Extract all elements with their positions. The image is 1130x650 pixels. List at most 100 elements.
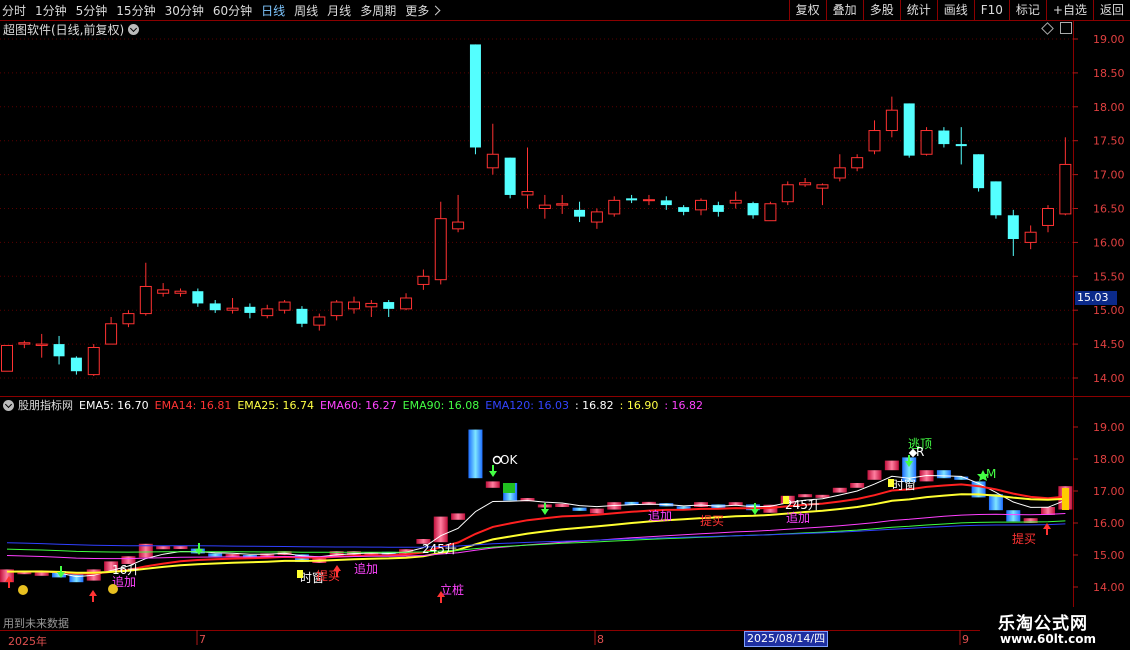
signal-label-11: 追加 (786, 510, 810, 525)
candle-body-13 (226, 307, 239, 311)
signal-label-13: R (916, 445, 924, 459)
candle-body-35 (608, 199, 621, 215)
main-axis-label-2: 18.00 (1093, 101, 1125, 114)
candle-body-17 (296, 308, 308, 324)
candle-body-57 (990, 181, 1002, 216)
candle-body-31 (538, 204, 551, 210)
candle-body-47 (816, 184, 829, 189)
candle-body-23 (400, 297, 413, 310)
indicator-dropdown-icon[interactable] (3, 399, 14, 411)
ind-bar-34 (589, 508, 604, 514)
ind-axis-label-0: 19.00 (1093, 421, 1125, 434)
candle-body-55 (955, 144, 967, 147)
ind-bar-28 (485, 481, 500, 488)
signal-label-4: 追加 (354, 561, 378, 576)
candle-body-46 (799, 182, 812, 186)
candle-body-1 (18, 342, 31, 345)
candle-body-41 (712, 205, 724, 212)
candle-body-45 (781, 184, 794, 203)
candle-body-40 (695, 199, 707, 211)
main-axis-label-1: 18.50 (1093, 67, 1125, 80)
ind-bar-51 (884, 460, 899, 471)
ind-bar-54 (936, 470, 951, 479)
ind-axis-label-2: 17.00 (1093, 485, 1125, 498)
signal-label-8: 追加 (648, 508, 672, 523)
candle-body-5 (87, 346, 100, 376)
date-month-8: 8 (597, 633, 604, 646)
selected-date: 2025/08/14/四 (744, 631, 829, 647)
main-axis-label-8: 15.00 (1093, 304, 1125, 317)
ind-bar-9 (156, 546, 171, 550)
candle-body-8 (139, 285, 152, 315)
up-arrow-icon-2 (89, 590, 97, 602)
signal-label-9: 提买 (700, 513, 724, 528)
ind-bar-49 (850, 483, 865, 488)
signal-label-5: 245升 (422, 542, 457, 556)
signal-label-14: 时窗 (892, 478, 916, 492)
candle-body-7 (122, 313, 135, 325)
candle-body-44 (764, 203, 777, 222)
candle-body-0 (1, 344, 13, 372)
indicator-value-7: : 16.90 (619, 398, 659, 412)
candle-body-37 (642, 199, 655, 202)
chart-canvas[interactable]: 19.00 18.50 18.00 17.50 17.00 16.50 16.00 15.50… (0, 0, 1130, 650)
candle-body-28 (486, 153, 499, 169)
yellow-marker-1 (297, 570, 303, 578)
candle-body-9 (157, 289, 170, 294)
date-month-7: 7 (199, 633, 206, 646)
candle-body-56 (973, 154, 985, 189)
yellow-bar-end (1062, 488, 1069, 510)
yellow-marker-2 (888, 479, 894, 487)
ind-bar-46 (798, 494, 813, 498)
candle-body-29 (504, 157, 516, 195)
ema-line-1 (6, 483, 1066, 575)
ind-bar-10 (173, 546, 188, 550)
candle-body-53 (920, 130, 933, 155)
candle-body-6 (105, 323, 118, 345)
ind-bar-48 (832, 487, 847, 493)
green-bar-marker (503, 483, 515, 493)
candle-body-34 (590, 211, 603, 223)
candle-body-4 (70, 357, 82, 372)
indicator-value-5: EMA120: 16.03 (485, 398, 569, 412)
ind-bar-33 (572, 507, 587, 511)
candle-body-25 (434, 218, 447, 281)
candle-body-18 (313, 316, 326, 326)
candle-body-15 (261, 308, 274, 317)
indicator-value-0: EMA5: 16.70 (79, 398, 149, 412)
candle-body-33 (574, 209, 586, 217)
candle-body-10 (174, 290, 187, 294)
indicator-value-1: EMA14: 16.81 (154, 398, 232, 412)
ind-bar-58 (1006, 510, 1021, 522)
main-axis-label-7: 15.50 (1093, 270, 1125, 283)
indicator-value-4: EMA90: 16.08 (402, 398, 480, 412)
signal-label-16: 提买 (1012, 531, 1036, 546)
ind-axis-label-3: 16.00 (1093, 517, 1125, 530)
coin-icon-1 (18, 585, 28, 595)
main-axis-label-4: 17.00 (1093, 169, 1125, 182)
candle-body-26 (452, 221, 465, 230)
ind-bar-32 (555, 503, 570, 507)
candle-body-61 (1059, 163, 1072, 215)
indicator-value-3: EMA60: 16.27 (319, 398, 397, 412)
candle-body-20 (348, 301, 360, 310)
watermark-title: 乐淘公式网 (998, 614, 1088, 634)
ind-bar-50 (867, 470, 882, 480)
signal-label-10: 245升 (785, 498, 820, 512)
candle-body-30 (521, 191, 534, 196)
main-axis-label-6: 16.00 (1093, 236, 1125, 249)
indicator-value-2: EMA25: 16.74 (237, 398, 314, 412)
watermark-url: www.60lt.com (1000, 632, 1097, 646)
main-axis-label-3: 17.50 (1093, 135, 1125, 148)
candle-body-59 (1024, 231, 1037, 243)
signal-label-6: 立桩 (440, 582, 464, 597)
signal-label-7: OK (500, 453, 518, 467)
ema-line-2 (6, 493, 1066, 574)
yellow-marker-3 (783, 496, 789, 504)
candle-body-24 (417, 275, 430, 285)
main-axis-label-9: 14.50 (1093, 338, 1125, 351)
ind-axis-label-1: 18.00 (1093, 453, 1125, 466)
candle-body-27 (469, 44, 481, 148)
candle-body-58 (1007, 215, 1019, 240)
main-axis-label-5: 16.50 (1093, 203, 1125, 216)
